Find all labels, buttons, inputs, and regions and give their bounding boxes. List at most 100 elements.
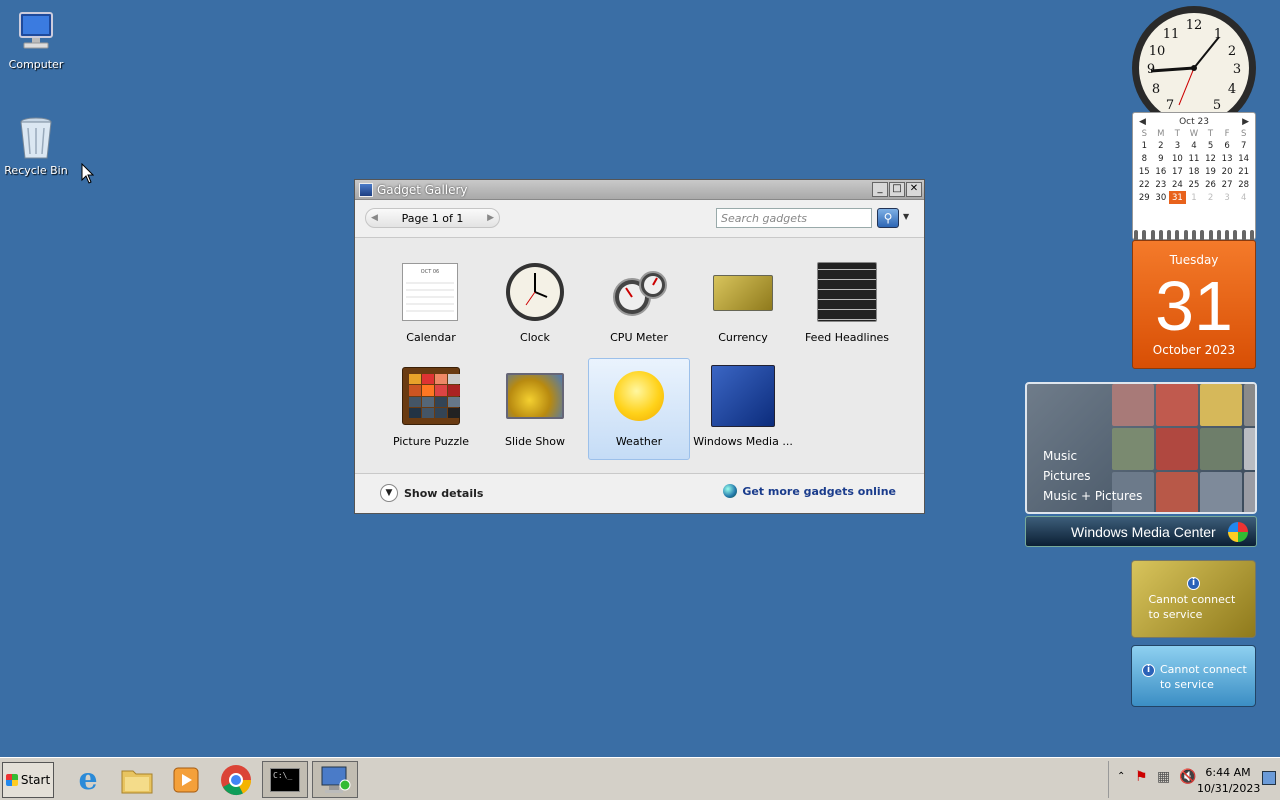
gadget-item-slide-show[interactable]: Slide Show <box>484 358 586 460</box>
volume-muted-icon[interactable]: 🔇 <box>1179 769 1196 785</box>
feed-headlines-thumbnail-icon <box>816 261 878 323</box>
folder-icon <box>121 770 153 793</box>
gadget-item-windows-media-center[interactable]: Windows Media ... <box>692 358 794 460</box>
taskbar: Start e C:\_ ⌃ ⚑ ▦ 🔇 6:44 AM 10/31/2023 <box>0 757 1280 800</box>
calendar-thumbnail-month: OCT 06 <box>420 269 440 275</box>
calendar-day[interactable]: 2 <box>1153 139 1170 152</box>
calendar-day[interactable]: 8 <box>1136 152 1153 165</box>
gadget-item-clock[interactable]: Clock <box>484 254 586 356</box>
network-icon[interactable]: ▦ <box>1157 769 1170 785</box>
calendar-day[interactable]: 18 <box>1186 165 1203 178</box>
media-menu-item[interactable]: Music + Pictures <box>1043 486 1142 506</box>
taskbar-windows-explorer[interactable] <box>114 761 160 798</box>
gadget-name: Weather <box>615 435 663 448</box>
calendar-day[interactable]: 30 <box>1153 191 1170 204</box>
calendar-next-button[interactable]: ▶ <box>1242 117 1249 127</box>
calendar-day[interactable]: 15 <box>1136 165 1153 178</box>
calendar-day[interactable]: 20 <box>1219 165 1236 178</box>
calendar-day[interactable]: 4 <box>1235 191 1252 204</box>
media-menu-item[interactable]: Music <box>1043 446 1142 466</box>
media-center-brand-bar[interactable]: Windows Media Center <box>1025 516 1257 547</box>
feed-headlines-gadget[interactable]: i Cannot connect to service <box>1131 645 1256 707</box>
calendar-day[interactable]: 17 <box>1169 165 1186 178</box>
gadget-gallery-icon <box>359 182 373 197</box>
desktop-icon-label: Computer <box>8 58 64 71</box>
calendar-day-today[interactable]: 31 <box>1169 191 1186 204</box>
calendar-day[interactable]: 7 <box>1235 139 1252 152</box>
gadget-item-picture-puzzle[interactable]: Picture Puzzle <box>380 358 482 460</box>
currency-thumbnail-icon <box>712 261 774 323</box>
taskbar-media-player[interactable] <box>163 761 209 798</box>
calendar-day[interactable]: 5 <box>1202 139 1219 152</box>
maximize-button[interactable]: □ <box>889 182 905 197</box>
chrome-icon <box>221 764 252 795</box>
show-hidden-icons-button[interactable]: ⌃ <box>1117 771 1125 782</box>
gadget-item-currency[interactable]: Currency <box>692 254 794 356</box>
taskbar-command-prompt[interactable]: C:\_ <box>262 761 308 798</box>
calendar-day[interactable]: 16 <box>1153 165 1170 178</box>
desktop-icon-computer[interactable]: Computer <box>1 10 71 71</box>
calendar-day[interactable]: 2 <box>1202 191 1219 204</box>
next-page-button[interactable]: ▶ <box>487 213 494 223</box>
taskbar-chrome[interactable] <box>213 761 259 798</box>
calendar-day[interactable]: 10 <box>1169 152 1186 165</box>
recycle-bin-icon <box>14 116 58 160</box>
search-input[interactable]: Search gadgets <box>716 208 872 228</box>
internet-explorer-icon: e <box>78 762 98 797</box>
gadget-name: Slide Show <box>504 435 566 448</box>
action-center-icon[interactable]: ⚑ <box>1135 769 1148 785</box>
calendar-day[interactable]: 22 <box>1136 178 1153 191</box>
calendar-day[interactable]: 23 <box>1153 178 1170 191</box>
taskbar-remote-desktop[interactable] <box>312 761 358 798</box>
calendar-day[interactable]: 1 <box>1136 139 1153 152</box>
gadget-item-calendar[interactable]: OCT 06 Calendar <box>380 254 482 356</box>
close-button[interactable]: ✕ <box>906 182 922 197</box>
media-center-thumbnail-icon <box>711 365 775 427</box>
gadget-item-weather[interactable]: Weather <box>588 358 690 460</box>
slide-show-thumbnail-icon <box>504 365 566 427</box>
calendar-day[interactable]: 26 <box>1202 178 1219 191</box>
media-menu-item[interactable]: Pictures <box>1043 466 1142 486</box>
date-gadget[interactable]: Tuesday 31 October 2023 <box>1132 240 1256 369</box>
search-options-dropdown[interactable]: ▼ <box>903 212 909 221</box>
gadget-name: Clock <box>520 331 550 344</box>
gadget-item-feed-headlines[interactable]: Feed Headlines <box>796 254 898 356</box>
calendar-day[interactable]: 3 <box>1169 139 1186 152</box>
calendar-day[interactable]: 6 <box>1219 139 1236 152</box>
remote-desktop-icon <box>321 766 351 793</box>
media-center-gadget[interactable]: Music Pictures Music + Pictures <box>1025 382 1257 514</box>
get-more-gadgets-link[interactable]: Get more gadgets online <box>723 484 896 498</box>
calendar-day[interactable]: 9 <box>1153 152 1170 165</box>
calendar-day[interactable]: 11 <box>1186 152 1203 165</box>
calendar-thumbnail-icon: OCT 06 <box>400 261 462 323</box>
search-button[interactable]: ⚲ <box>877 208 899 228</box>
gadget-name: Picture Puzzle <box>392 435 470 448</box>
gadget-item-cpu-meter[interactable]: CPU Meter <box>588 254 690 356</box>
minimize-button[interactable]: _ <box>872 182 888 197</box>
calendar-day[interactable]: 13 <box>1219 152 1236 165</box>
window-title-bar[interactable]: Gadget Gallery _ □ ✕ <box>355 180 924 200</box>
calendar-day[interactable]: 28 <box>1235 178 1252 191</box>
calendar-day[interactable]: 12 <box>1202 152 1219 165</box>
calendar-day[interactable]: 1 <box>1186 191 1203 204</box>
calendar-day[interactable]: 25 <box>1186 178 1203 191</box>
calendar-day[interactable]: 4 <box>1186 139 1203 152</box>
currency-gadget[interactable]: i Cannot connect to service <box>1131 560 1256 638</box>
start-button[interactable]: Start <box>2 762 54 798</box>
calendar-day[interactable]: 24 <box>1169 178 1186 191</box>
prev-page-button[interactable]: ◀ <box>371 213 378 223</box>
calendar-day[interactable]: 14 <box>1235 152 1252 165</box>
desktop-icon-recycle-bin[interactable]: Recycle Bin <box>1 116 71 177</box>
clock-thumbnail-icon <box>504 261 566 323</box>
show-desktop-button[interactable] <box>1262 771 1276 785</box>
taskbar-internet-explorer[interactable]: e <box>65 761 111 798</box>
calendar-day[interactable]: 29 <box>1136 191 1153 204</box>
clock-display[interactable]: 6:44 AM 10/31/2023 <box>1197 765 1260 797</box>
calendar-day[interactable]: 21 <box>1235 165 1252 178</box>
command-prompt-icon: C:\_ <box>270 767 300 792</box>
calendar-prev-button[interactable]: ◀ <box>1139 117 1146 127</box>
calendar-day[interactable]: 19 <box>1202 165 1219 178</box>
calendar-day[interactable]: 27 <box>1219 178 1236 191</box>
calendar-day[interactable]: 3 <box>1219 191 1236 204</box>
show-details-button[interactable]: ▼ Show details <box>380 484 483 502</box>
